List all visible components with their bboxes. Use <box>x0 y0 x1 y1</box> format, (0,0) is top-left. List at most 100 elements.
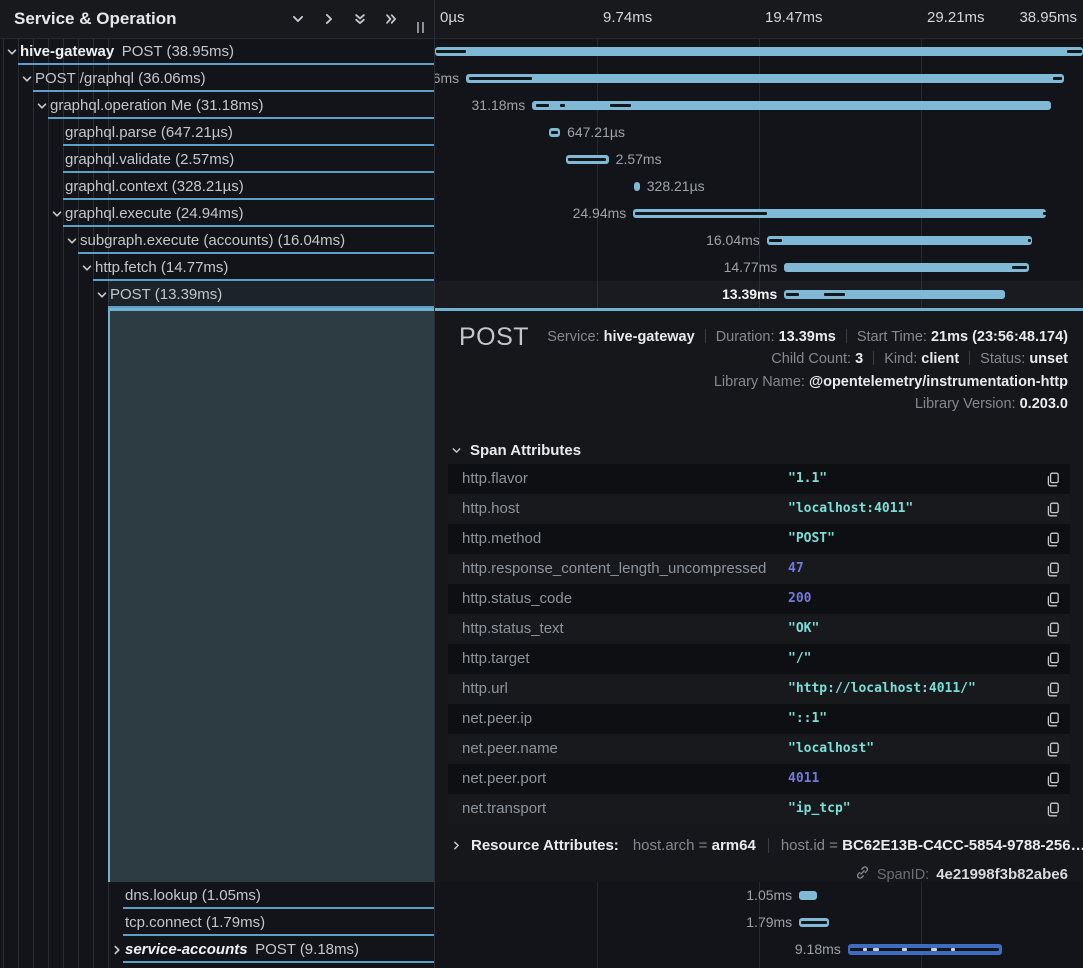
double-chevron-down-icon[interactable] <box>353 12 367 26</box>
tree-row[interactable]: graphql.context (328.21µs) <box>0 173 434 200</box>
overview-separator <box>969 351 970 365</box>
overview-line: Library Version: 0.203.0 <box>547 393 1068 415</box>
chevron-down-icon[interactable] <box>291 12 305 26</box>
resource-key: host.arch = <box>633 837 712 854</box>
ruler-tick: 9.74ms <box>603 9 652 26</box>
chevron-down-icon[interactable] <box>96 288 108 300</box>
span-bar[interactable] <box>435 47 1083 56</box>
span-detail-title: POST <box>459 323 529 352</box>
timeline-row[interactable] <box>435 38 1083 65</box>
chevron-down-icon[interactable] <box>66 234 78 246</box>
overview-label: Child Count: <box>771 351 855 367</box>
attribute-row[interactable]: http.status_text"OK" <box>448 614 1070 644</box>
tree-row[interactable]: http.fetch (14.77ms) <box>0 254 434 281</box>
attribute-key: http.method <box>462 524 541 554</box>
span-bar[interactable] <box>634 182 640 191</box>
timeline-row[interactable]: 24.94ms <box>435 200 1083 227</box>
attribute-row[interactable]: http.flavor"1.1" <box>448 464 1070 494</box>
copy-icon[interactable] <box>1046 712 1060 727</box>
span-name-label: graphql.context (328.21µs) <box>65 173 244 200</box>
span-bar[interactable] <box>799 891 817 900</box>
copy-icon[interactable] <box>1046 562 1060 577</box>
span-bar[interactable] <box>466 74 1064 83</box>
copy-icon[interactable] <box>1046 742 1060 757</box>
attribute-value: "POST" <box>788 524 835 554</box>
span-name-label: hive-gateway POST (38.95ms) <box>20 38 234 65</box>
timeline-row[interactable]: 14.77ms <box>435 254 1083 281</box>
chevron-down-icon[interactable] <box>21 72 33 84</box>
timeline-row[interactable]: 647.21µs <box>435 119 1083 146</box>
attribute-row[interactable]: http.status_code200 <box>448 584 1070 614</box>
link-icon[interactable] <box>855 865 870 882</box>
attribute-row[interactable]: net.peer.port4011 <box>448 764 1070 794</box>
chevron-right-icon[interactable] <box>111 943 123 955</box>
chevron-down-icon[interactable] <box>81 261 93 273</box>
timeline-row[interactable]: 1.79ms <box>435 909 1083 936</box>
overview-line: Library Name: @opentelemetry/instrumenta… <box>547 371 1068 393</box>
double-chevron-right-icon[interactable] <box>384 12 398 26</box>
timeline-row[interactable]: 328.21µs <box>435 173 1083 200</box>
service-name: service-accounts <box>125 941 248 958</box>
chevron-down-icon[interactable] <box>6 45 18 57</box>
chevron-down-icon[interactable] <box>51 207 63 219</box>
tree-row[interactable]: hive-gateway POST (38.95ms) <box>0 38 434 65</box>
child-span-marker <box>951 948 956 951</box>
attribute-row[interactable]: http.method "POST" <box>448 524 1070 554</box>
span-bar[interactable] <box>767 236 1032 245</box>
copy-icon[interactable] <box>1046 472 1060 487</box>
attribute-row[interactable]: http.url"http://localhost:4011/" <box>448 674 1070 704</box>
timeline-row[interactable]: 16.04ms <box>435 227 1083 254</box>
chevron-down-icon[interactable] <box>36 99 48 111</box>
attribute-key: http.status_text <box>462 614 564 644</box>
timeline-row[interactable]: 31.18ms <box>435 92 1083 119</box>
overview-value: client <box>921 351 959 367</box>
attribute-row[interactable]: http.target"/" <box>448 644 1070 674</box>
child-span-marker <box>863 948 867 951</box>
tree-row[interactable]: graphql.operation Me (31.18ms) <box>0 92 434 119</box>
resource-attributes-accordion[interactable]: Resource Attributes: host.arch = arm64ho… <box>451 837 1083 854</box>
attribute-row[interactable]: http.host"localhost:4011" <box>448 494 1070 524</box>
copy-icon[interactable] <box>1046 532 1060 547</box>
timeline-row[interactable]: 1.05ms <box>435 882 1083 909</box>
copy-icon[interactable] <box>1046 592 1060 607</box>
attribute-value: 200 <box>788 584 811 614</box>
attribute-row[interactable]: net.peer.ip"::1" <box>448 704 1070 734</box>
chevron-right-icon[interactable] <box>322 12 336 26</box>
span-name-label: graphql.execute (24.94ms) <box>65 200 243 227</box>
span-tree: hive-gateway POST (38.95ms)POST /graphql… <box>0 38 434 308</box>
copy-icon[interactable] <box>1046 622 1060 637</box>
tree-row[interactable]: tcp.connect (1.79ms) <box>0 909 434 936</box>
tree-row[interactable]: graphql.execute (24.94ms) <box>0 200 434 227</box>
timeline-row[interactable]: 13.39ms <box>435 281 1083 308</box>
child-span-marker <box>1012 266 1027 269</box>
timeline-row[interactable]: 2.57ms <box>435 146 1083 173</box>
attribute-row[interactable]: net.peer.name"localhost" <box>448 734 1070 764</box>
span-bar[interactable] <box>784 290 1004 299</box>
attribute-value: "http://localhost:4011/" <box>788 674 976 704</box>
timeline-row[interactable]: 36.06ms <box>435 65 1083 92</box>
tree-row[interactable]: graphql.validate (2.57ms) <box>0 146 434 173</box>
tree-row[interactable]: POST (13.39ms) <box>0 281 434 308</box>
panel-resize-handle[interactable] <box>417 22 424 33</box>
span-bar[interactable] <box>784 263 1028 272</box>
child-span-marker <box>931 948 937 951</box>
span-attributes-accordion[interactable]: Span Attributes <box>451 442 581 459</box>
timeline-row[interactable]: 9.18ms <box>435 936 1083 963</box>
tree-row[interactable]: service-accounts POST (9.18ms) <box>0 936 434 963</box>
attribute-row[interactable]: net.transport"ip_tcp" <box>448 794 1070 824</box>
resource-value: BC62E13B-C4CC-5854-9788-256… <box>842 837 1083 854</box>
tree-row[interactable]: graphql.parse (647.21µs) <box>0 119 434 146</box>
tree-row[interactable]: subgraph.execute (accounts) (16.04ms) <box>0 227 434 254</box>
tree-row[interactable]: dns.lookup (1.05ms) <box>0 882 434 909</box>
span-duration-label: 328.21µs <box>647 173 705 200</box>
copy-icon[interactable] <box>1046 502 1060 517</box>
panel-divider[interactable] <box>434 0 435 968</box>
span-duration-label: 14.77ms <box>724 254 778 281</box>
copy-icon[interactable] <box>1046 652 1060 667</box>
tree-row[interactable]: POST /graphql (36.06ms) <box>0 65 434 92</box>
copy-icon[interactable] <box>1046 772 1060 787</box>
timeline-bars: 36.06ms31.18ms647.21µs2.57ms328.21µs24.9… <box>435 38 1083 308</box>
copy-icon[interactable] <box>1046 682 1060 697</box>
copy-icon[interactable] <box>1046 802 1060 817</box>
attribute-row[interactable]: http.response_content_length_uncompresse… <box>448 554 1070 584</box>
